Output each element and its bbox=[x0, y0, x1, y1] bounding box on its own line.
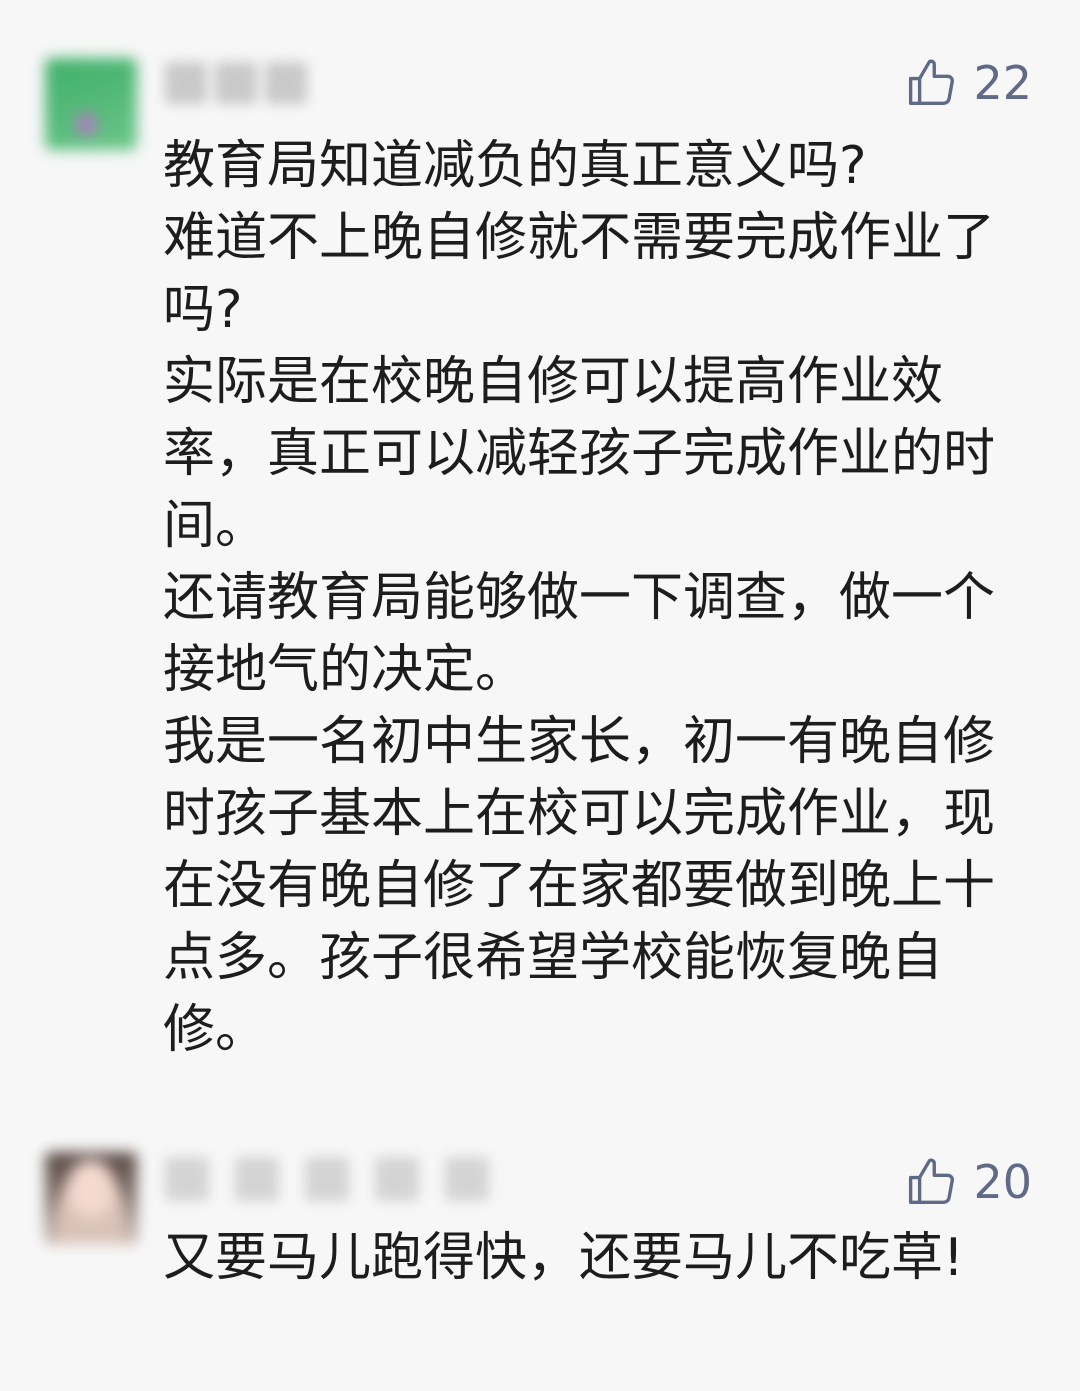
comment-line: 难道不上晚自修就不需要完成作业了吗? bbox=[163, 208, 996, 340]
comment-line: 还请教育局能够做一下调查，做一个接地气的决定。 bbox=[163, 568, 996, 700]
like-count: 22 bbox=[973, 56, 1032, 110]
username-blurred[interactable] bbox=[165, 1157, 489, 1201]
comment-line: 实际是在校晚自修可以提高作业效率，真正可以减轻孩子完成作业的时间。 bbox=[163, 352, 996, 556]
thumbs-up-icon bbox=[905, 56, 959, 110]
comment-line: 又要马儿跑得快，还要马儿不吃草! bbox=[163, 1228, 964, 1288]
like-button[interactable]: 22 bbox=[905, 56, 1032, 110]
comment-line: 教育局知道减负的真正意义吗? bbox=[163, 136, 867, 196]
comment-text: 又要马儿跑得快，还要马儿不吃草! bbox=[163, 1222, 998, 1294]
like-button[interactable]: 20 bbox=[905, 1155, 1032, 1209]
comment-line: 我是一名初中生家长，初一有晚自修时孩子基本上在校可以完成作业，现在没有晚自修了在… bbox=[163, 712, 996, 1060]
username-blurred[interactable] bbox=[165, 62, 307, 104]
like-count: 20 bbox=[973, 1155, 1032, 1209]
avatar[interactable] bbox=[45, 1152, 137, 1244]
avatar[interactable] bbox=[45, 58, 137, 150]
thumbs-up-icon bbox=[905, 1155, 959, 1209]
comment-text: 教育局知道减负的真正意义吗? 难道不上晚自修就不需要完成作业了吗? 实际是在校晚… bbox=[163, 130, 998, 1066]
